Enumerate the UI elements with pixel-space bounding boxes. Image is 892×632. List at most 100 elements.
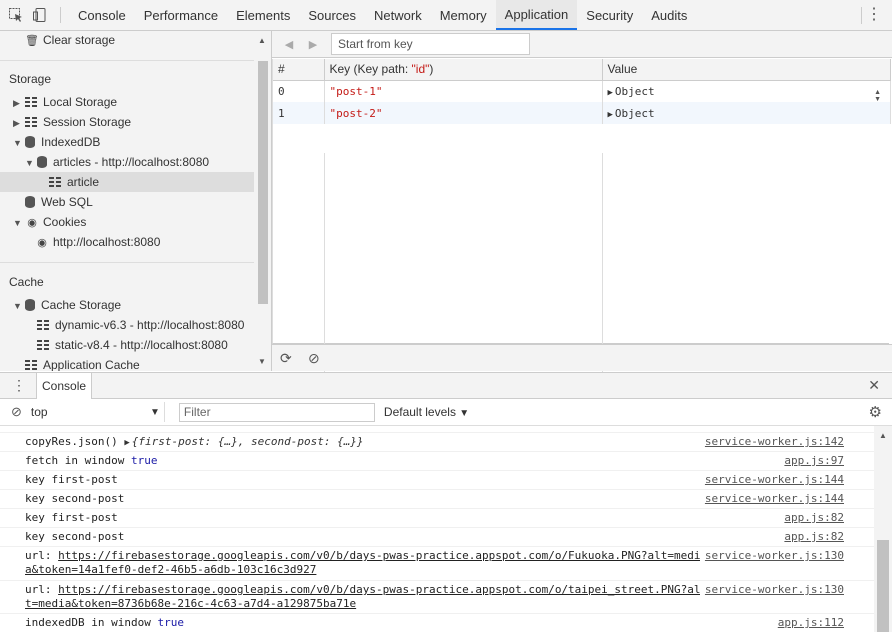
table-row[interactable]: 0 "post-1" ▶ Object: [273, 80, 891, 102]
log-levels-dropdown[interactable]: Default levels ▼: [384, 405, 469, 419]
inspect-element-icon[interactable]: [4, 0, 28, 30]
filter-input[interactable]: [178, 402, 375, 422]
indexeddb-data-view: ◀ ▶ # Key (Key path: "id") Value ▲▼ 0 "po…: [272, 31, 892, 372]
expand-arrow-icon[interactable]: ▶: [608, 110, 613, 120]
next-page-icon[interactable]: ▶: [301, 38, 325, 51]
column-header-index[interactable]: #: [273, 59, 325, 81]
log-source-link[interactable]: app.js:97: [784, 454, 844, 468]
value-header-label: Value: [607, 62, 638, 77]
context-selector[interactable]: top ▼: [27, 402, 165, 422]
sidebar-item-article-store[interactable]: article: [0, 172, 254, 192]
tab-sources[interactable]: Sources: [299, 0, 365, 30]
scrollbar-thumb[interactable]: [877, 540, 889, 632]
start-from-key-input[interactable]: [331, 33, 530, 55]
sidebar-item-cache-storage[interactable]: ▼ Cache Storage: [13, 295, 121, 315]
sidebar-item-cookies[interactable]: ▼ ◉ Cookies: [13, 212, 86, 232]
sidebar-item-web-sql[interactable]: Web SQL: [25, 192, 93, 212]
database-icon: [37, 156, 47, 168]
log-source-link[interactable]: app.js:112: [778, 616, 844, 630]
log-message: key second-post: [25, 530, 125, 543]
console-scrollbar[interactable]: ▲: [874, 426, 892, 632]
scroll-up-icon[interactable]: ▲: [879, 431, 887, 440]
toolbar-divider: [861, 7, 862, 24]
sidebar-item-clear-storage[interactable]: 🗑 Clear storage: [25, 31, 115, 50]
console-toolbar: ⊘ top ▼ Default levels ▼ ⚙: [0, 399, 892, 426]
log-source-link[interactable]: service-worker.js:144: [705, 492, 844, 506]
collapse-arrow-icon[interactable]: ▼: [25, 153, 37, 173]
log-message: url: https://firebasestorage.googleapis.…: [25, 549, 700, 577]
log-url-link[interactable]: t=media&token=8736b68e-216c-4c63-a7d4-a1…: [25, 597, 356, 610]
collapse-arrow-icon[interactable]: ▼: [13, 296, 25, 316]
sidebar-item-application-cache[interactable]: Application Cache: [25, 355, 140, 371]
cache-heading: Cache: [9, 275, 44, 289]
tab-elements[interactable]: Elements: [227, 0, 299, 30]
list-item: copyRes.json() ▶ {first-post: {…}, second…: [0, 432, 874, 451]
log-url-link[interactable]: https://firebasestorage.googleapis.com/v…: [58, 549, 700, 562]
table-row[interactable]: 1 "post-2" ▶ Object: [273, 102, 891, 124]
tab-security[interactable]: Security: [577, 0, 642, 30]
sidebar-item-cookie-origin[interactable]: ◉ http://localhost:8080: [35, 232, 160, 252]
previous-page-icon[interactable]: ◀: [277, 38, 301, 51]
sidebar-item-articles-db[interactable]: ▼ articles - http://localhost:8080: [25, 152, 209, 172]
log-source-link[interactable]: service-worker.js:130: [705, 549, 844, 563]
collapse-arrow-icon[interactable]: ▼: [13, 213, 25, 233]
scrollbar-thumb[interactable]: [258, 61, 268, 304]
sidebar-item-indexeddb[interactable]: ▼ IndexedDB: [13, 132, 100, 152]
expand-arrow-icon[interactable]: ▶: [124, 438, 129, 448]
tab-console[interactable]: Console: [69, 0, 135, 30]
clear-console-icon[interactable]: ⊘: [11, 404, 22, 420]
sidebar-scrollbar[interactable]: ▲ ▼: [256, 31, 270, 371]
sidebar-item-label: http://localhost:8080: [53, 235, 161, 249]
row-value[interactable]: ▶ Object: [602, 80, 891, 102]
database-icon: [25, 196, 35, 208]
log-url-link[interactable]: https://firebasestorage.googleapis.com/v…: [58, 583, 700, 596]
sidebar-item-cache-dynamic[interactable]: dynamic-v6.3 - http://localhost:8080: [37, 315, 244, 335]
tab-drawer-console[interactable]: Console: [36, 372, 93, 399]
log-source-link[interactable]: service-worker.js:142: [705, 435, 844, 449]
refresh-icon[interactable]: ⟳: [280, 350, 308, 367]
clear-object-store-icon[interactable]: ⊘: [308, 350, 336, 367]
cookie-icon: ◉: [27, 217, 37, 229]
column-header-key[interactable]: Key (Key path: "id"): [324, 59, 603, 81]
sidebar-item-label: Session Storage: [43, 115, 132, 129]
tab-network[interactable]: Network: [365, 0, 431, 30]
data-grid: # Key (Key path: "id") Value ▲ ▼ 0 "post-1…: [272, 59, 891, 372]
row-index: 1: [273, 102, 325, 124]
expand-arrow-icon[interactable]: ▶: [608, 88, 613, 98]
sidebar-item-local-storage[interactable]: ▶ Local Storage: [13, 92, 117, 112]
row-index: 0: [273, 80, 325, 102]
sort-arrows-icon[interactable]: ▲ ▼: [874, 89, 881, 103]
log-message: key second-post: [25, 492, 125, 505]
table-icon: [37, 320, 49, 330]
expand-arrow-icon[interactable]: ▶: [13, 93, 25, 113]
sidebar-item-session-storage[interactable]: ▶ Session Storage: [13, 112, 131, 132]
scroll-up-icon[interactable]: ▲: [258, 36, 266, 45]
tab-application[interactable]: Application: [495, 0, 578, 30]
log-source-link[interactable]: service-worker.js:130: [705, 583, 844, 597]
tab-audits[interactable]: Audits: [642, 0, 696, 30]
device-toolbar-icon[interactable]: [28, 0, 52, 30]
sidebar-item-label: Clear storage: [43, 33, 116, 47]
log-source-link[interactable]: app.js:82: [784, 511, 844, 525]
close-icon[interactable]: ✕: [868, 377, 880, 394]
object-preview[interactable]: {first-post: {…}, second-post: {…}}: [132, 435, 364, 448]
row-value[interactable]: ▶ Object: [602, 102, 891, 124]
tab-memory[interactable]: Memory: [431, 0, 496, 30]
more-options-icon[interactable]: ⋮: [866, 6, 882, 24]
drawer-menu-icon[interactable]: ⋮: [12, 377, 26, 394]
tab-performance[interactable]: Performance: [135, 0, 227, 30]
log-url-link[interactable]: a&token=14a1fef0-def2-46b5-a6db-103c16c3…: [25, 563, 316, 576]
sidebar-item-label: Local Storage: [43, 95, 118, 109]
grid-header-row: # Key (Key path: "id") Value ▲ ▼: [273, 59, 891, 103]
expand-arrow-icon[interactable]: ▶: [13, 113, 25, 133]
collapse-arrow-icon[interactable]: ▼: [13, 133, 25, 153]
key-path-value: "id": [411, 62, 430, 77]
log-source-link[interactable]: app.js:82: [784, 530, 844, 544]
toolbar-divider: [60, 7, 61, 23]
scroll-down-icon[interactable]: ▼: [258, 357, 266, 366]
log-source-link[interactable]: service-worker.js:144: [705, 473, 844, 487]
row-value-label: Object: [614, 106, 655, 120]
sidebar-item-cache-static[interactable]: static-v8.4 - http://localhost:8080: [37, 335, 228, 355]
column-header-value[interactable]: Value ▲ ▼: [602, 59, 891, 103]
gear-icon[interactable]: ⚙: [869, 403, 882, 421]
